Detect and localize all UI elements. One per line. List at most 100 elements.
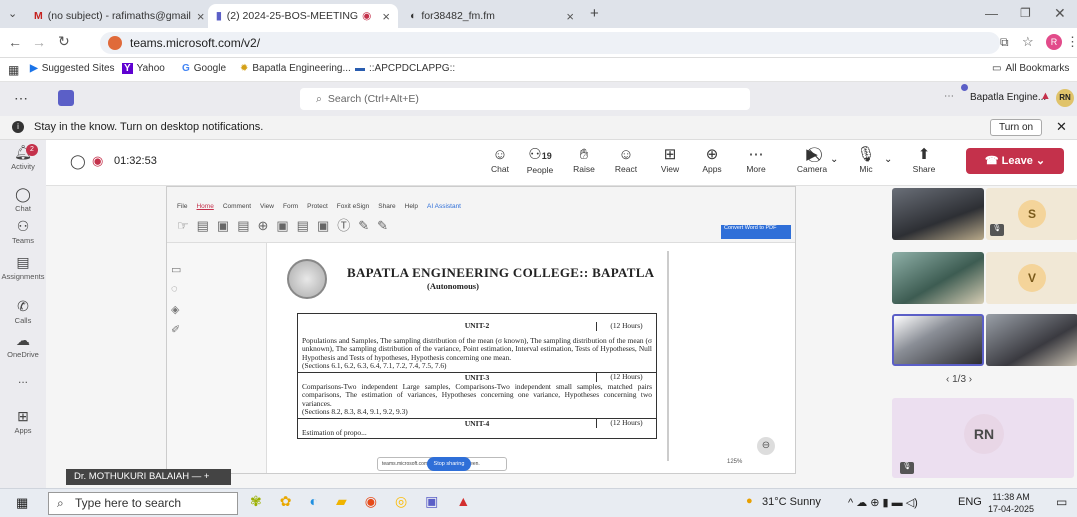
convert-button[interactable]: Convert Word to PDF: [721, 225, 791, 239]
annotation-icon[interactable]: ✐: [171, 323, 180, 336]
profile-avatar[interactable]: R: [1046, 34, 1062, 50]
bookmark-star-icon[interactable]: ☆: [1022, 34, 1034, 50]
participant-video[interactable]: [892, 314, 984, 366]
tab-teams-meeting[interactable]: ▮ (2) 2024-25-BOS-MEETING ◉ ×: [208, 4, 398, 28]
reload-icon[interactable]: ↻: [58, 33, 70, 50]
menu-share[interactable]: Share: [378, 203, 395, 210]
rail-apps[interactable]: ⊞ Apps: [0, 408, 46, 435]
close-icon[interactable]: ×: [376, 9, 390, 24]
menu-form[interactable]: Form: [283, 203, 298, 210]
more-options-icon[interactable]: ⋯: [944, 91, 954, 102]
bookmark-yahoo[interactable]: Y Yahoo: [122, 63, 165, 74]
taskbar-search[interactable]: ⌕ Type here to search: [48, 492, 238, 515]
share-button[interactable]: ⬆ Share: [904, 146, 944, 174]
rail-chat[interactable]: ◯ Chat: [0, 186, 46, 213]
mic-button[interactable]: 🎙︎ Mic: [846, 146, 886, 174]
teams-taskbar-icon[interactable]: ▣: [425, 493, 438, 510]
gallery-pager[interactable]: ‹ 1/3 ›: [946, 374, 972, 385]
scrollbar[interactable]: [667, 251, 669, 461]
rail-teams[interactable]: ⚇ Teams: [0, 218, 46, 245]
language[interactable]: ENG: [958, 496, 982, 508]
leave-button[interactable]: ☎ Leave ⌄: [966, 148, 1064, 174]
file-explorer-icon[interactable]: ▰: [336, 493, 347, 510]
search-input[interactable]: ⌕ Search (Ctrl+Alt+E): [300, 88, 750, 110]
search-icon: ⌕: [316, 93, 322, 105]
bookmark-suggested[interactable]: ▶ Suggested Sites: [30, 63, 115, 74]
stop-sharing-button[interactable]: Stop sharing: [427, 457, 471, 471]
pdf-tool-icons[interactable]: ☞▤▣▤⊕▣▤▣Ⓣ✎✎: [177, 215, 396, 234]
url-field[interactable]: teams.microsoft.com/v2/: [100, 32, 1000, 54]
pdf-reader-icon[interactable]: ▲: [456, 493, 470, 510]
edge-icon[interactable]: ◐: [309, 493, 317, 510]
self-tile[interactable]: RN 🎙︎: [892, 398, 1074, 478]
app-launcher-icon[interactable]: ⋯: [14, 90, 28, 107]
site-info-icon[interactable]: [108, 36, 122, 50]
people-button[interactable]: ⚇19 People: [520, 146, 560, 175]
notification-center-icon[interactable]: ▭: [1056, 495, 1067, 509]
photos-icon[interactable]: ✿: [280, 493, 292, 510]
thumbnail-icon[interactable]: ◌: [171, 283, 178, 295]
menu-view[interactable]: View: [260, 203, 274, 210]
window-close-icon[interactable]: ✕: [1054, 5, 1066, 22]
participant-tile[interactable]: S 🎙︎: [986, 188, 1077, 240]
close-icon[interactable]: ×: [191, 9, 204, 24]
participant-video[interactable]: [892, 252, 984, 304]
apps-grid-icon[interactable]: ▦: [8, 63, 19, 77]
chevron-down-icon[interactable]: ⌄: [830, 154, 838, 165]
rail-assignments[interactable]: ▤ Assignments: [0, 254, 46, 281]
bookmark-panel-icon[interactable]: ▭: [171, 263, 181, 276]
participant-video[interactable]: [892, 188, 984, 240]
zoom-level[interactable]: 125%: [727, 459, 742, 465]
weather-text[interactable]: 31°C Sunny: [762, 496, 821, 508]
chrome-icon[interactable]: ◎: [395, 493, 407, 510]
shield-icon[interactable]: ◯: [70, 153, 86, 170]
dismiss-icon[interactable]: ✕: [1056, 119, 1067, 135]
minimize-icon[interactable]: —: [985, 6, 998, 21]
raise-hand-button[interactable]: ✋︎ Raise: [564, 146, 604, 174]
bookmark-bapatla[interactable]: ✹ Bapatla Engineering...: [240, 63, 351, 74]
rail-onedrive[interactable]: ☁ OneDrive: [0, 332, 46, 359]
layers-icon[interactable]: ◈: [171, 303, 179, 316]
menu-comment[interactable]: Comment: [223, 203, 251, 210]
menu-icon[interactable]: ⋮: [1066, 34, 1077, 50]
more-button[interactable]: ⋯ More: [736, 146, 776, 174]
participant-video[interactable]: [986, 314, 1077, 366]
rail-more[interactable]: ...: [0, 372, 46, 386]
org-name[interactable]: Bapatla Engine...: [970, 92, 1046, 103]
menu-protect[interactable]: Protect: [307, 203, 328, 210]
react-button[interactable]: ☺ React: [606, 146, 646, 174]
floating-widget-icon[interactable]: ⊖: [757, 437, 775, 455]
tab-pdf[interactable]: ◐ for38482_fm.fm ×: [402, 4, 582, 28]
app-icon[interactable]: ◉: [365, 493, 377, 510]
view-button[interactable]: ⊞ View: [650, 146, 690, 174]
back-icon[interactable]: ←: [8, 34, 22, 50]
widget-icon[interactable]: ✾: [250, 493, 262, 510]
close-icon[interactable]: ×: [560, 9, 574, 24]
tab-search-icon[interactable]: ⌄: [8, 7, 17, 20]
participant-tile[interactable]: V: [986, 252, 1077, 304]
new-tab-button[interactable]: +: [590, 5, 599, 22]
rail-calls[interactable]: ✆ Calls: [0, 298, 46, 325]
bookmark-google[interactable]: G Google: [182, 63, 226, 74]
menu-file[interactable]: File: [177, 203, 187, 210]
menu-home[interactable]: Home: [196, 203, 213, 210]
bookmark-apcpdcl[interactable]: ▬::APCPDCLAPPG::: [355, 63, 455, 74]
user-avatar[interactable]: RN: [1056, 89, 1074, 107]
clock[interactable]: 11:38 AM 17-04-2025: [988, 491, 1034, 515]
menu-esign[interactable]: Foxit eSign: [337, 203, 370, 210]
restore-icon[interactable]: ❐: [1020, 6, 1031, 20]
cast-icon[interactable]: ⧉: [1000, 35, 1009, 50]
menu-help[interactable]: Help: [405, 203, 418, 210]
rail-activity[interactable]: 🔔︎ 2 Activity: [0, 144, 46, 171]
tab-gmail[interactable]: M (no subject) - rafimaths@gmail ×: [26, 4, 204, 28]
camera-button[interactable]: ▶︎⃠ Camera: [792, 146, 832, 174]
tray-icons[interactable]: ^ ☁ ⊕ ▮ ▬ ◁): [848, 496, 918, 509]
turn-on-button[interactable]: Turn on: [990, 119, 1043, 136]
chevron-down-icon[interactable]: ⌄: [884, 154, 892, 165]
apps-button[interactable]: ⊕ Apps: [692, 146, 732, 174]
forward-icon[interactable]: →: [32, 34, 46, 50]
chat-button[interactable]: ☺︎ Chat: [480, 146, 520, 174]
windows-start-icon[interactable]: ▦: [16, 495, 28, 511]
menu-ai-assistant[interactable]: AI Assistant: [427, 203, 461, 210]
all-bookmarks[interactable]: ▭ All Bookmarks: [992, 63, 1069, 74]
